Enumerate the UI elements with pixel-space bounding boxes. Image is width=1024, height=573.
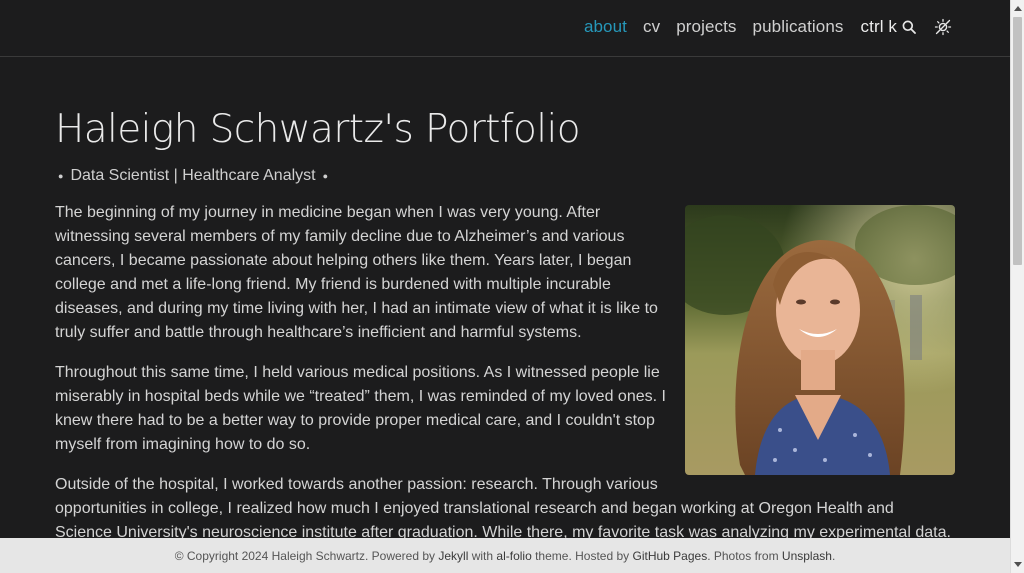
nav-about[interactable]: about bbox=[584, 17, 627, 37]
footer-link-jekyll[interactable]: Jekyll bbox=[438, 549, 468, 563]
nav-publications[interactable]: publications bbox=[753, 17, 844, 37]
nav-projects[interactable]: projects bbox=[676, 17, 736, 37]
search-icon bbox=[902, 20, 916, 34]
profile-photo bbox=[685, 205, 955, 475]
scroll-up-arrow-icon[interactable] bbox=[1013, 2, 1023, 16]
bullet-icon: ● bbox=[58, 171, 64, 181]
main-content: Haleigh Schwartz's Portfolio ● Data Scie… bbox=[55, 57, 955, 573]
scrollbar-thumb[interactable] bbox=[1013, 17, 1022, 265]
subtitle-text: Data Scientist | Healthcare Analyst bbox=[70, 167, 316, 184]
about-body: The beginning of my journey in medicine … bbox=[55, 201, 955, 569]
footer-text: . bbox=[831, 548, 836, 563]
footer: © Copyright 2024 Haleigh Schwartz. Power… bbox=[0, 538, 1010, 573]
footer-text: with bbox=[468, 548, 497, 563]
footer-text: theme. Hosted by bbox=[531, 548, 633, 563]
scroll-down-arrow-icon[interactable] bbox=[1013, 557, 1023, 571]
footer-text: . Photos from bbox=[707, 548, 782, 563]
search-shortcut-label: ctrl k bbox=[860, 17, 897, 36]
navbar: about cv projects publications ctrl k bbox=[0, 0, 1010, 57]
footer-link-alfolio[interactable]: al-folio bbox=[496, 549, 531, 563]
nav-cv[interactable]: cv bbox=[643, 17, 660, 37]
footer-link-github-pages[interactable]: GitHub Pages bbox=[632, 549, 707, 563]
theme-toggle-button[interactable] bbox=[934, 18, 952, 36]
theme-toggle-icon bbox=[934, 18, 952, 36]
portrait-image bbox=[685, 205, 955, 475]
footer-link-unsplash[interactable]: Unsplash bbox=[782, 549, 832, 563]
vertical-scrollbar[interactable] bbox=[1010, 0, 1024, 573]
page-title: Haleigh Schwartz's Portfolio bbox=[55, 107, 581, 152]
search-button[interactable]: ctrl k bbox=[861, 17, 916, 37]
bullet-icon: ● bbox=[322, 171, 329, 181]
nav-menu: about cv projects publications ctrl k bbox=[584, 17, 952, 37]
footer-copyright: © Copyright 2024 Haleigh Schwartz. Power… bbox=[174, 548, 439, 563]
page-subtitle: ● Data Scientist | Healthcare Analyst ● bbox=[55, 167, 955, 185]
